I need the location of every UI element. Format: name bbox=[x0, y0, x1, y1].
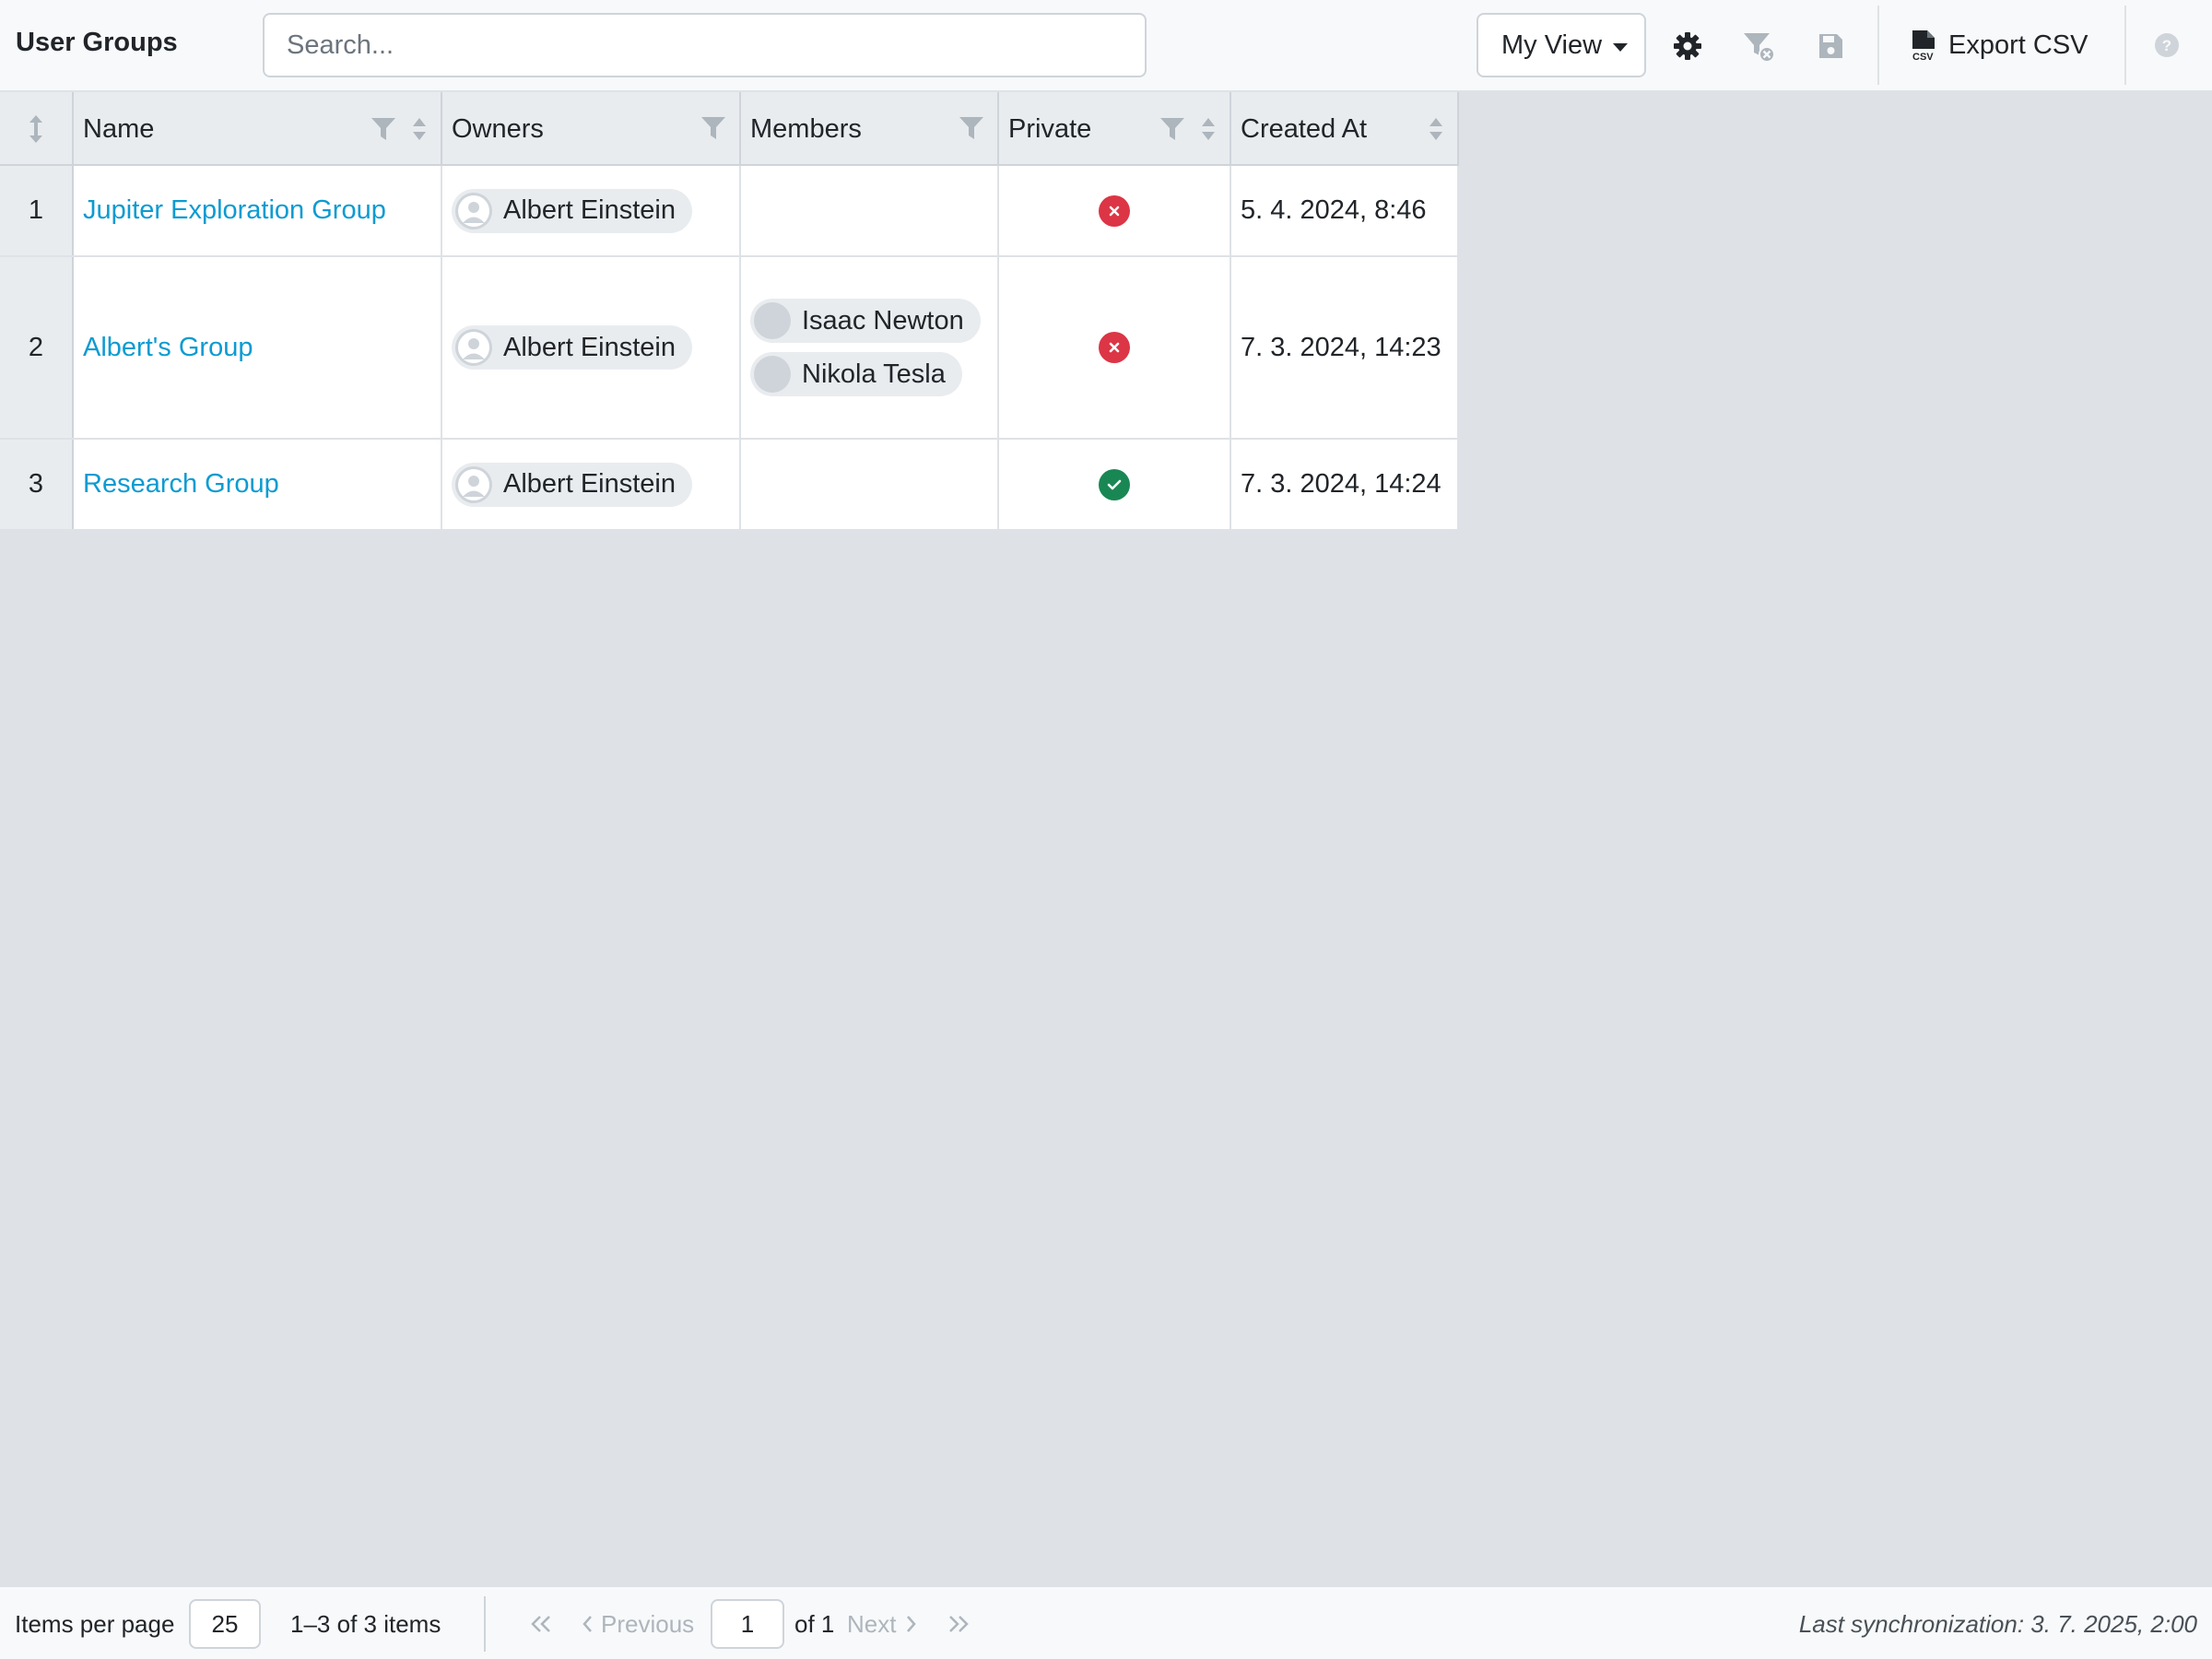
column-header-owners[interactable]: Owners bbox=[442, 92, 741, 166]
page-title: User Groups bbox=[16, 28, 178, 57]
user-chip[interactable]: Isaac Newton bbox=[750, 299, 981, 343]
user-name: Isaac Newton bbox=[802, 305, 964, 335]
column-label: Owners bbox=[452, 113, 544, 144]
column-header-members[interactable]: Members bbox=[741, 92, 999, 166]
gear-icon[interactable] bbox=[1669, 28, 1706, 65]
page-count: of 1 bbox=[794, 1609, 835, 1638]
sort-vertical-icon bbox=[29, 115, 42, 143]
user-name: Nikola Tesla bbox=[802, 359, 946, 389]
row-number: 2 bbox=[0, 257, 74, 438]
owners-cell: Albert Einstein bbox=[442, 440, 741, 529]
chevron-down-icon bbox=[1613, 43, 1628, 52]
table-row: 3 Research Group Albert Einstein 7. 3. 2… bbox=[0, 440, 1459, 531]
created-at-cell: 7. 3. 2024, 14:23 bbox=[1231, 257, 1459, 438]
members-cell bbox=[741, 440, 999, 529]
column-label: Name bbox=[83, 113, 155, 144]
name-cell: Research Group bbox=[74, 440, 442, 529]
pagination-footer: Items per page 25 1–3 of 3 items Previou… bbox=[0, 1585, 2212, 1659]
x-circle-icon bbox=[1099, 332, 1130, 363]
row-number: 3 bbox=[0, 440, 74, 529]
file-csv-icon: CSV bbox=[1912, 30, 1935, 62]
svg-text:?: ? bbox=[2162, 37, 2171, 54]
svg-text:CSV: CSV bbox=[1912, 52, 1934, 62]
group-name-link[interactable]: Albert's Group bbox=[83, 333, 253, 363]
name-cell: Jupiter Exploration Group bbox=[74, 166, 442, 255]
next-label: Next bbox=[847, 1609, 897, 1638]
footer-divider bbox=[484, 1596, 486, 1652]
chevron-left-icon bbox=[582, 1616, 592, 1632]
column-label: Private bbox=[1008, 113, 1092, 144]
help-icon[interactable]: ? bbox=[2153, 31, 2181, 59]
items-per-page-input[interactable]: 25 bbox=[189, 1599, 261, 1649]
table-row: 1 Jupiter Exploration Group Albert Einst… bbox=[0, 166, 1459, 257]
private-cell bbox=[999, 166, 1231, 255]
toolbar: User Groups My View bbox=[0, 0, 2212, 92]
items-per-page-label: Items per page bbox=[15, 1609, 175, 1638]
user-chip[interactable]: Nikola Tesla bbox=[750, 352, 962, 396]
sort-icon[interactable] bbox=[1428, 116, 1444, 142]
name-cell: Albert's Group bbox=[74, 257, 442, 438]
user-chip[interactable]: Albert Einstein bbox=[452, 325, 692, 370]
page-input[interactable]: 1 bbox=[711, 1599, 784, 1649]
export-csv-button[interactable]: CSV Export CSV bbox=[1910, 13, 2094, 77]
column-label: Members bbox=[750, 113, 862, 144]
column-header-private[interactable]: Private bbox=[999, 92, 1231, 166]
user-chip[interactable]: Albert Einstein bbox=[452, 462, 692, 507]
member-chip-list: Isaac Newton Nikola Tesla bbox=[750, 299, 981, 396]
private-cell bbox=[999, 440, 1231, 529]
members-cell bbox=[741, 166, 999, 255]
group-name-link[interactable]: Research Group bbox=[83, 469, 279, 500]
chevron-double-right-icon bbox=[949, 1616, 969, 1632]
avatar bbox=[455, 329, 492, 366]
avatar bbox=[754, 356, 791, 393]
user-name: Albert Einstein bbox=[503, 195, 676, 225]
table-row: 2 Albert's Group Albert Einstein Isaac N… bbox=[0, 257, 1459, 440]
user-chip[interactable]: Albert Einstein bbox=[452, 188, 692, 233]
avatar bbox=[754, 302, 791, 339]
members-cell: Isaac Newton Nikola Tesla bbox=[741, 257, 999, 438]
table-header: Name Owners Members Private Created At bbox=[0, 92, 1459, 166]
chevron-double-left-icon bbox=[531, 1616, 550, 1632]
sort-icon[interactable] bbox=[1200, 116, 1217, 142]
group-name-link[interactable]: Jupiter Exploration Group bbox=[83, 195, 386, 226]
owners-cell: Albert Einstein bbox=[442, 257, 741, 438]
check-circle-icon bbox=[1099, 468, 1130, 500]
search-input[interactable] bbox=[263, 13, 1147, 77]
view-select-label: My View bbox=[1501, 29, 1603, 60]
filter-icon[interactable] bbox=[1159, 117, 1185, 141]
filter-icon[interactable] bbox=[371, 117, 396, 141]
row-number: 1 bbox=[0, 166, 74, 255]
created-at-cell: 7. 3. 2024, 14:24 bbox=[1231, 440, 1459, 529]
next-button[interactable]: Next bbox=[847, 1587, 918, 1659]
last-sync-text: Last synchronization: 3. 7. 2025, 2:00 bbox=[1798, 1609, 2197, 1638]
filter-icon[interactable] bbox=[700, 116, 726, 140]
owners-cell: Albert Einstein bbox=[442, 166, 741, 255]
column-header-created-at[interactable]: Created At bbox=[1231, 92, 1459, 166]
previous-label: Previous bbox=[601, 1609, 695, 1638]
first-page-button[interactable] bbox=[529, 1587, 553, 1659]
column-label: Created At bbox=[1241, 113, 1368, 144]
export-csv-label: Export CSV bbox=[1948, 29, 2088, 60]
range-text: 1–3 of 3 items bbox=[290, 1609, 441, 1638]
column-header-name[interactable]: Name bbox=[74, 92, 442, 166]
filter-icon[interactable] bbox=[959, 116, 984, 140]
last-page-button[interactable] bbox=[947, 1587, 971, 1659]
toolbar-divider bbox=[2124, 6, 2126, 85]
view-select[interactable]: My View bbox=[1477, 13, 1646, 77]
save-icon[interactable] bbox=[1812, 28, 1849, 65]
previous-button[interactable]: Previous bbox=[581, 1587, 694, 1659]
created-at-cell: 5. 4. 2024, 8:46 bbox=[1231, 166, 1459, 255]
user-name: Albert Einstein bbox=[503, 332, 676, 362]
avatar bbox=[455, 465, 492, 503]
toolbar-divider bbox=[1877, 6, 1879, 85]
x-circle-icon bbox=[1099, 194, 1130, 227]
clear-filter-icon[interactable] bbox=[1740, 28, 1777, 65]
private-cell bbox=[999, 257, 1231, 438]
avatar bbox=[455, 192, 492, 229]
chevron-right-icon bbox=[907, 1616, 917, 1632]
row-order-header[interactable] bbox=[0, 92, 74, 166]
user-name: Albert Einstein bbox=[503, 469, 676, 499]
sort-icon[interactable] bbox=[411, 116, 428, 142]
